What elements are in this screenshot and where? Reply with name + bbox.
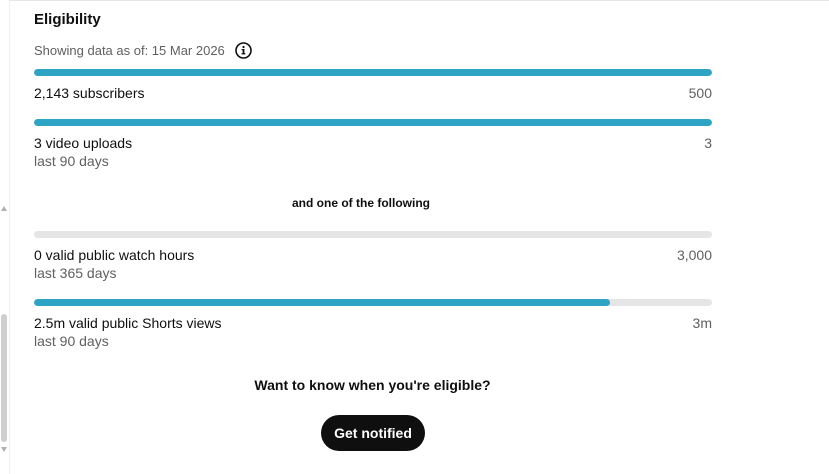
watch-hours-period: last 365 days xyxy=(34,265,117,281)
uploads-progress-fill xyxy=(34,119,712,126)
data-as-of: Showing data as of: 15 Mar 2026 xyxy=(34,42,252,59)
subscribers-label: 2,143 subscribers xyxy=(34,85,145,101)
watch-hours-label: 0 valid public watch hours xyxy=(34,247,195,263)
eligibility-panel: Eligibility Showing data as of: 15 Mar 2… xyxy=(0,0,829,474)
scroll-down-arrow-icon[interactable] xyxy=(1,447,7,452)
shorts-views-label: 2.5m valid public Shorts views xyxy=(34,315,222,331)
shorts-views-target: 3m xyxy=(692,315,712,331)
uploads-target: 3 xyxy=(704,135,712,151)
uploads-progress-bar xyxy=(34,119,712,126)
subscribers-progress-fill xyxy=(34,69,712,76)
scrollbar[interactable] xyxy=(0,0,10,474)
notify-prompt: Want to know when you're eligible? xyxy=(254,377,491,393)
watch-hours-progress-bar xyxy=(34,231,712,238)
watch-hours-target: 3,000 xyxy=(676,247,712,263)
shorts-views-progress-bar xyxy=(34,299,712,306)
uploads-label: 3 video uploads xyxy=(34,135,133,151)
top-divider xyxy=(0,0,829,1)
data-as-of-text: Showing data as of: 15 Mar 2026 xyxy=(34,43,225,58)
shorts-views-period: last 90 days xyxy=(34,333,109,349)
shorts-views-progress-fill xyxy=(34,299,611,306)
subscribers-target: 500 xyxy=(688,85,712,101)
uploads-period: last 90 days xyxy=(34,153,109,169)
section-title: Eligibility xyxy=(34,11,101,28)
subscribers-progress-bar xyxy=(34,69,712,76)
or-separator: and one of the following xyxy=(292,196,430,210)
info-icon[interactable] xyxy=(234,42,252,59)
get-notified-button[interactable]: Get notified xyxy=(321,415,425,451)
